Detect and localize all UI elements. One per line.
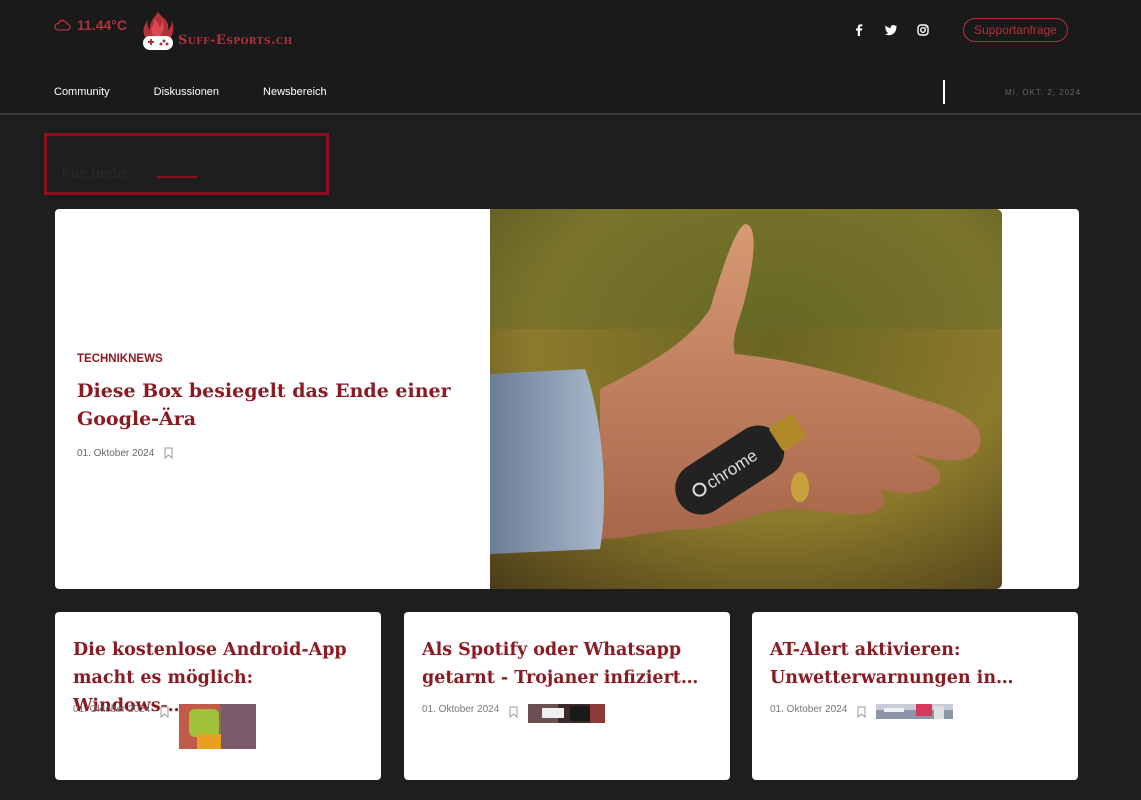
support-request-button[interactable]: Supportanfrage — [963, 18, 1068, 42]
section-title: Für mehr — [61, 166, 129, 182]
main-nav: Community Diskussionen Newsbereich — [54, 86, 327, 98]
featured-article-title[interactable]: Diese Box besiegelt das Ende einer Googl… — [77, 377, 477, 433]
article-card[interactable]: Als Spotify oder Whatsapp getarnt - Troj… — [404, 612, 730, 780]
article-card[interactable]: AT-Alert aktivieren: Unwetterwarnungen i… — [752, 612, 1078, 780]
cloud-icon — [54, 19, 71, 31]
article-meta: 01. Oktober 2024 — [77, 447, 477, 459]
article-card[interactable]: Die kostenlose Android-App macht es mögl… — [55, 612, 381, 780]
article-date: 01. Oktober 2024 — [73, 704, 151, 715]
flame-gamepad-icon — [143, 12, 174, 50]
site-logo[interactable]: Suff-Esports.ch — [140, 10, 293, 54]
featured-article[interactable]: TECHNIKNEWS Diese Box besiegelt das Ende… — [55, 209, 1079, 589]
category-label[interactable]: TECHNIKNEWS — [77, 353, 477, 365]
article-thumbnail[interactable] — [876, 704, 954, 719]
bookmark-icon[interactable] — [164, 447, 173, 459]
facebook-icon[interactable] — [852, 23, 866, 37]
bookmark-icon[interactable] — [160, 706, 169, 718]
nav-item-newsbereich[interactable]: Newsbereich — [263, 86, 327, 98]
article-meta: 01. Oktober 2024 — [73, 704, 257, 749]
featured-article-image[interactable]: chrome — [490, 209, 1002, 589]
featured-article-text: TECHNIKNEWS Diese Box besiegelt das Ende… — [77, 353, 477, 459]
article-thumbnail[interactable] — [179, 704, 257, 749]
section-underline — [157, 176, 197, 178]
bookmark-icon[interactable] — [857, 706, 866, 718]
temperature: 11.44°C — [77, 17, 127, 33]
article-date: 01. Oktober 2024 — [77, 447, 155, 459]
nav-item-community[interactable]: Community — [54, 86, 110, 98]
bookmark-icon[interactable] — [509, 706, 518, 718]
article-date: 01. Oktober 2024 — [770, 704, 848, 715]
site-header: 11.44°C Suff-Esports.ch Supportanfrage C… — [0, 0, 1141, 115]
article-meta: 01. Oktober 2024 — [422, 704, 606, 723]
social-links — [852, 23, 930, 37]
weather-widget: 11.44°C — [54, 17, 127, 33]
article-card-title[interactable]: AT-Alert aktivieren: Unwetterwarnungen i… — [770, 636, 1060, 692]
section-heading: Für mehr — [44, 133, 329, 195]
twitter-icon[interactable] — [884, 23, 898, 37]
article-meta: 01. Oktober 2024 — [770, 704, 954, 719]
logo-text: Suff-Esports.ch — [178, 33, 293, 48]
hand-holding-chromecast-image: chrome — [490, 209, 1002, 589]
current-date: MI, OKT. 2, 2024 — [1005, 88, 1082, 97]
article-thumbnail[interactable] — [528, 704, 606, 723]
instagram-icon[interactable] — [916, 23, 930, 37]
nav-divider — [943, 80, 945, 104]
nav-item-diskussionen[interactable]: Diskussionen — [154, 86, 219, 98]
article-date: 01. Oktober 2024 — [422, 704, 500, 715]
article-card-title[interactable]: Als Spotify oder Whatsapp getarnt - Troj… — [422, 636, 712, 692]
